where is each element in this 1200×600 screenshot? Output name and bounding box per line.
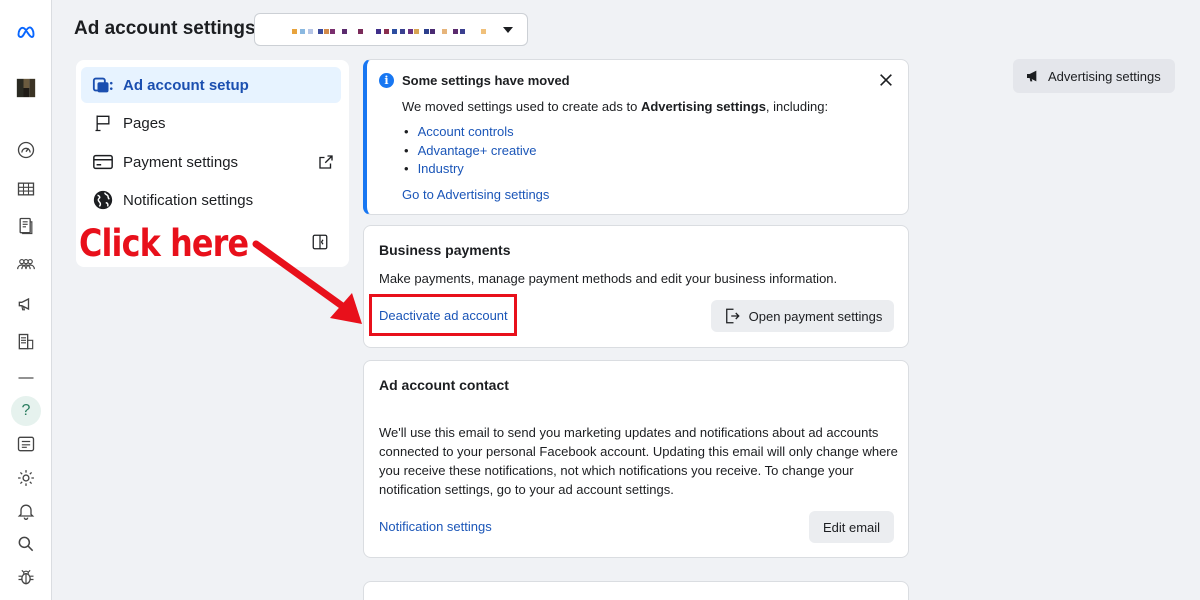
audience-icon[interactable] xyxy=(14,253,38,277)
account-controls-link[interactable]: Account controls xyxy=(404,124,536,143)
menu-item-notification-settings[interactable]: Notification settings xyxy=(81,182,341,218)
bug-icon[interactable] xyxy=(14,565,38,589)
redacted-account-name xyxy=(292,29,297,34)
open-payment-settings-button[interactable]: Open payment settings xyxy=(711,300,894,332)
menu-item-label: Payment settings xyxy=(123,153,239,171)
help-icon[interactable]: ? xyxy=(11,396,41,426)
ad-account-setup-icon xyxy=(91,73,115,97)
meta-logo-icon[interactable] xyxy=(14,20,38,44)
edit-email-button[interactable]: Edit email xyxy=(809,511,894,543)
page-title: Ad account settings xyxy=(74,18,256,39)
advertising-settings-button[interactable]: Advertising settings xyxy=(1013,59,1175,93)
menu-item-pages[interactable]: Pages xyxy=(81,105,341,141)
dashboard-icon[interactable] xyxy=(14,138,38,162)
megaphone-icon[interactable] xyxy=(14,292,38,316)
advantage-creative-link[interactable]: Advantage+ creative xyxy=(404,143,537,162)
pages-icon[interactable] xyxy=(14,214,38,238)
chevron-down-icon xyxy=(503,27,513,33)
business-payments-description: Make payments, manage payment methods an… xyxy=(379,271,838,286)
moved-settings-list: Account controls Advantage+ creative Ind… xyxy=(404,124,537,180)
menu-item-payment-settings[interactable]: Payment settings xyxy=(81,144,341,180)
bell-icon[interactable] xyxy=(14,499,38,523)
news-icon[interactable] xyxy=(14,432,38,456)
table-icon[interactable] xyxy=(14,177,38,201)
arrow-icon xyxy=(252,240,362,324)
menu-item-ad-account-setup[interactable]: Ad account setup xyxy=(81,67,341,103)
notice-title: Some settings have moved xyxy=(402,73,570,88)
menu-item-label: Pages xyxy=(123,114,166,132)
industry-link[interactable]: Industry xyxy=(404,161,536,180)
megaphone-icon xyxy=(1027,70,1037,82)
ad-account-selector[interactable] xyxy=(254,13,528,46)
search-icon[interactable] xyxy=(14,532,38,556)
account-avatar[interactable] xyxy=(14,76,38,100)
menu-item-label: Notification settings xyxy=(123,191,254,209)
highlight-box xyxy=(369,294,517,336)
callout-label: Click here xyxy=(79,222,249,265)
ad-account-contact-title: Ad account contact xyxy=(379,377,509,393)
divider-icon xyxy=(14,366,38,390)
settings-moved-notice: i Some settings have moved We moved sett… xyxy=(363,59,909,215)
open-external-icon xyxy=(725,308,740,324)
next-settings-card xyxy=(363,581,909,600)
ad-account-contact-description: We'll use this email to send you marketi… xyxy=(379,425,898,497)
business-payments-title: Business payments xyxy=(379,242,511,258)
info-icon: i xyxy=(379,73,394,88)
flag-icon xyxy=(91,111,115,135)
go-to-advertising-settings-link[interactable]: Go to Advertising settings xyxy=(402,187,549,202)
external-link-icon xyxy=(317,153,335,171)
credit-card-icon xyxy=(91,150,115,174)
gear-icon[interactable] xyxy=(14,466,38,490)
menu-item-label: Ad account setup xyxy=(123,76,249,94)
left-nav-rail: ? xyxy=(0,0,52,600)
ad-account-contact-card: Ad account contact We'll use this email … xyxy=(363,360,909,558)
notification-settings-link[interactable]: Notification settings xyxy=(379,519,492,534)
close-icon[interactable] xyxy=(878,72,894,88)
notice-body: We moved settings used to create ads to … xyxy=(402,99,829,114)
billing-icon[interactable] xyxy=(14,330,38,354)
globe-icon xyxy=(91,188,115,212)
